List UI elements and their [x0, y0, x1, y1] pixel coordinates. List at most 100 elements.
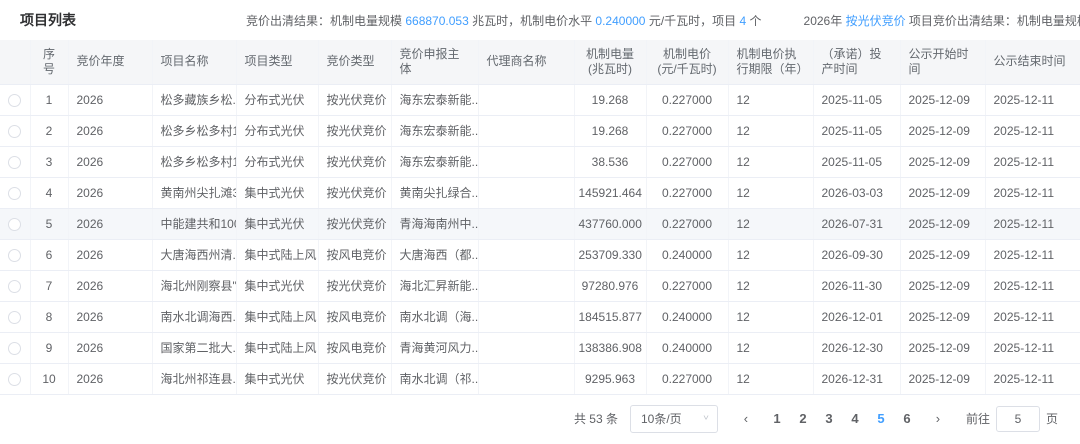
goto-page-control: 前往 页 [966, 406, 1058, 432]
cell-price: 0.227000 [646, 84, 728, 115]
column-header-term: 机制电价执行期限（年） [728, 40, 813, 84]
cell-seq: 9 [30, 332, 68, 363]
cell-term: 12 [728, 239, 813, 270]
cell-prod: 2025-11-05 [813, 84, 900, 115]
column-header-name: 项目名称 [152, 40, 236, 84]
cell-agent [478, 177, 574, 208]
goto-page-input[interactable] [996, 406, 1040, 432]
cell-agent [478, 363, 574, 394]
cell-term: 12 [728, 332, 813, 363]
cell-applicant: 海东宏泰新能... [391, 84, 478, 115]
column-header-energy: 机制电量 (兆瓦时) [574, 40, 646, 84]
row-select-radio[interactable] [8, 156, 21, 169]
cell-start: 2025-12-09 [900, 332, 985, 363]
cell-name: 松多藏族乡松... [152, 84, 236, 115]
cell-year: 2026 [68, 363, 152, 394]
cell-year: 2026 [68, 301, 152, 332]
price-level-value: 0.240000 [595, 14, 645, 28]
goto-suffix-label: 页 [1046, 410, 1058, 427]
cell-bid: 按光伏竞价 [318, 208, 391, 239]
radio-cell [0, 332, 30, 363]
page-title: 项目列表 [20, 10, 76, 30]
page-number-1[interactable]: 1 [764, 405, 790, 433]
page-number-4[interactable]: 4 [842, 405, 868, 433]
goto-label: 前往 [966, 410, 990, 427]
page-number-3[interactable]: 3 [816, 405, 842, 433]
cell-name: 国家第二批大... [152, 332, 236, 363]
cell-name: 松多乡松多村1... [152, 115, 236, 146]
radio-cell [0, 239, 30, 270]
cell-seq: 3 [30, 146, 68, 177]
page-number-5[interactable]: 5 [868, 405, 894, 433]
cell-prod: 2026-03-03 [813, 177, 900, 208]
row-select-radio[interactable] [8, 125, 21, 138]
cell-bid: 按光伏竞价 [318, 363, 391, 394]
cell-seq: 2 [30, 115, 68, 146]
cell-end: 2025-12-11 [985, 115, 1080, 146]
cell-bid: 按光伏竞价 [318, 177, 391, 208]
cell-name: 海北州祁连县... [152, 363, 236, 394]
cell-energy: 253709.330 [574, 239, 646, 270]
page-number-2[interactable]: 2 [790, 405, 816, 433]
page-number-6[interactable]: 6 [894, 405, 920, 433]
cell-name: 松多乡松多村1... [152, 146, 236, 177]
column-header-price: 机制电价 (元/千瓦时) [646, 40, 728, 84]
summary-text: 竞价出清结果：机制电量规模 [246, 14, 405, 28]
cell-end: 2025-12-11 [985, 146, 1080, 177]
table-row: 22026松多乡松多村1...分布式光伏按光伏竞价海东宏泰新能...19.268… [0, 115, 1080, 146]
cell-applicant: 大唐海西（都... [391, 239, 478, 270]
project-list-page: 项目列表 竞价出清结果：机制电量规模 668870.053 兆瓦时，机制电价水平… [0, 0, 1080, 443]
cell-applicant: 海东宏泰新能... [391, 115, 478, 146]
cell-bid: 按风电竞价 [318, 239, 391, 270]
cell-agent [478, 239, 574, 270]
cell-year: 2026 [68, 270, 152, 301]
row-select-radio[interactable] [8, 311, 21, 324]
cell-price: 0.227000 [646, 363, 728, 394]
summary-text: 个 [746, 14, 761, 28]
cell-type: 分布式光伏 [236, 146, 318, 177]
cell-type: 集中式光伏 [236, 208, 318, 239]
row-select-radio[interactable] [8, 373, 21, 386]
cell-bid: 按风电竞价 [318, 301, 391, 332]
cell-name: 海北州刚察县"... [152, 270, 236, 301]
cell-type: 集中式陆上风电 [236, 332, 318, 363]
cell-agent [478, 115, 574, 146]
cell-agent [478, 332, 574, 363]
prev-page-button[interactable]: ‹ [734, 405, 758, 433]
row-select-radio[interactable] [8, 187, 21, 200]
cell-term: 12 [728, 301, 813, 332]
cell-applicant: 青海黄河风力... [391, 332, 478, 363]
row-select-radio[interactable] [8, 280, 21, 293]
cell-start: 2025-12-09 [900, 270, 985, 301]
cell-start: 2025-12-09 [900, 177, 985, 208]
energy-scale-value: 668870.053 [405, 14, 468, 28]
cell-name: 南水北调海西... [152, 301, 236, 332]
cell-price: 0.227000 [646, 270, 728, 301]
next-page-button[interactable]: › [926, 405, 950, 433]
table-row: 72026海北州刚察县"...集中式光伏按光伏竞价海北汇昇新能...97280.… [0, 270, 1080, 301]
cell-prod: 2026-12-01 [813, 301, 900, 332]
radio-cell [0, 84, 30, 115]
cell-applicant: 黄南尖扎绿合... [391, 177, 478, 208]
cell-year: 2026 [68, 84, 152, 115]
cell-prod: 2025-11-05 [813, 115, 900, 146]
cell-seq: 4 [30, 177, 68, 208]
row-select-radio[interactable] [8, 218, 21, 231]
cell-price: 0.227000 [646, 146, 728, 177]
cell-agent [478, 301, 574, 332]
cell-energy: 38.536 [574, 146, 646, 177]
cell-prod: 2026-12-31 [813, 363, 900, 394]
row-select-radio[interactable] [8, 342, 21, 355]
cell-name: 中能建共和100... [152, 208, 236, 239]
row-select-radio[interactable] [8, 249, 21, 262]
page-size-select[interactable]: 10条/页 ˅ [630, 405, 718, 433]
cell-energy: 437760.000 [574, 208, 646, 239]
cell-energy: 184515.877 [574, 301, 646, 332]
pv-bid-link[interactable]: 按光伏竞价 [846, 14, 906, 28]
table-row: 82026南水北调海西...集中式陆上风电按风电竞价南水北调（海...18451… [0, 301, 1080, 332]
page-size-value: 10条/页 [641, 410, 682, 427]
cell-end: 2025-12-11 [985, 208, 1080, 239]
cell-type: 集中式陆上风电 [236, 301, 318, 332]
row-select-radio[interactable] [8, 94, 21, 107]
cell-year: 2026 [68, 177, 152, 208]
